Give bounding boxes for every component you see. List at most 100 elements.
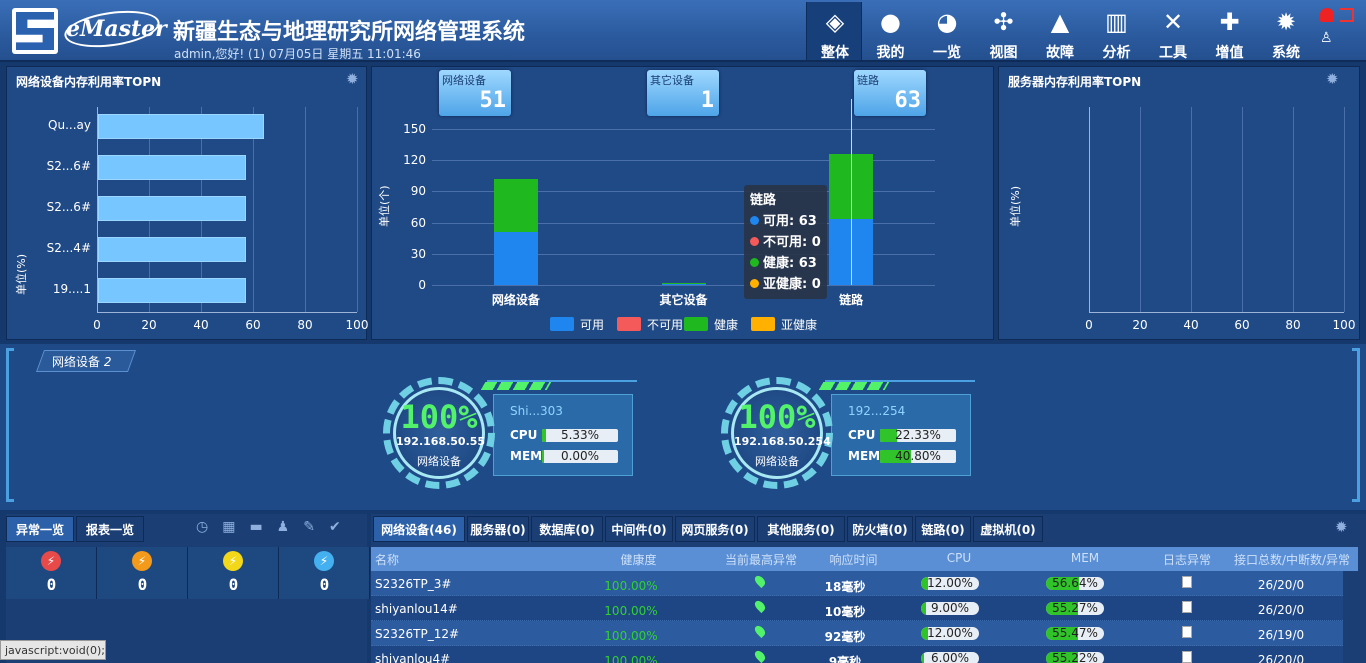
alert-count-card[interactable]: ⚡ 0 [279,547,370,599]
nav-layers[interactable]: ◈ 整体 [806,2,862,61]
bar-segment-可用[interactable] [493,231,538,285]
column-header[interactable]: CPU [896,551,1022,565]
bar[interactable] [98,236,247,262]
counter-card[interactable]: 其它设备 1 [647,70,719,116]
counter-card[interactable]: 网络设备 51 [439,70,511,116]
bar[interactable] [98,154,247,180]
nav-plus[interactable]: ✚ 增值 [1202,2,1258,61]
x-tick-label: 20 [1132,318,1148,332]
settings-gear-icon[interactable]: ✹ [346,70,359,88]
alert-count-card[interactable]: ⚡ 0 [97,547,188,599]
legend-label[interactable]: 健康 [714,316,738,333]
x-tick-label: 网络设备 [491,293,540,307]
log-document-icon[interactable] [1182,651,1192,663]
device-name-link[interactable]: S2326TP_12# [375,627,560,641]
mem-value: 55.47% [1052,627,1098,640]
device-name-link[interactable]: shiyanlou4# [375,652,560,663]
response-time: 18毫秒 [824,580,866,594]
empty-bar-chart-plot: 0 20 40 60 80 100 [1085,107,1355,332]
table-tab-0[interactable]: 网络设备(46) [373,516,465,542]
legend-swatch[interactable] [751,317,775,331]
bar[interactable] [98,277,247,303]
device-name[interactable]: 192...254 [848,404,905,418]
y-tick-label: S2...4# [46,241,91,256]
x-tick-label: 60 [1234,318,1250,332]
log-document-icon[interactable] [1182,626,1192,638]
response-time: 10毫秒 [824,605,866,619]
profile-icon[interactable]: ♙ [1320,30,1334,46]
column-header[interactable]: 响应时间 [811,551,896,568]
legend-swatch[interactable] [617,317,641,331]
x-tick-label: 100 [345,318,369,332]
log-document-icon[interactable] [1182,601,1192,613]
bar[interactable] [98,195,247,221]
x-tick-label: 40 [193,318,209,332]
nav-gear[interactable]: ✹ 系统 [1258,2,1314,61]
logout-icon[interactable] [1340,8,1354,22]
nav-warning[interactable]: ▲ 故障 [1032,2,1088,61]
cpu-value: 5.33% [560,429,600,442]
lightning-icon: ⚡ [314,551,334,571]
legend-label[interactable]: 不可用 [647,316,683,333]
tooltip-value: 健康: 63 [763,256,817,271]
tooltip-value: 不可用: 0 [763,235,821,250]
nav-chart[interactable]: ▥ 分析 [1089,2,1145,61]
y-axis-label: 单位(个) [378,185,391,227]
table-tab-7[interactable]: 链路(0) [915,516,971,542]
column-header[interactable]: MEM [1022,551,1148,565]
cpu-progress: 5.33% [542,429,618,442]
legend-label[interactable]: 可用 [580,316,604,333]
nav-tools[interactable]: ✕ 工具 [1145,2,1201,61]
alert-tab-0[interactable]: 异常一览 [6,516,74,542]
device-card[interactable]: Shi...303 CPU 5.33% MEM 0.00% 100% 192.168.50.… [383,374,643,504]
dashboard-icon: ◕ [936,8,958,36]
counter-label: 网络设备 [442,74,486,87]
bar-segment-健康[interactable] [661,282,706,284]
gear-icon: ✹ [1275,8,1297,36]
legend-swatch[interactable] [550,317,574,331]
device-card[interactable]: 192...254 CPU 22.33% MEM 40.80% 100% 192.168.5… [721,374,981,504]
device-name[interactable]: Shi...303 [510,404,563,418]
column-header[interactable]: 接口总数/中断数/异常 [1226,551,1358,568]
settings-gear-icon[interactable]: ✹ [1335,518,1348,536]
log-document-icon[interactable] [1182,576,1192,588]
table-tab-3[interactable]: 中间件(0) [605,516,673,542]
network-devices-section: 网络设备 2 Shi...303 CPU 5.33% MEM 0.00% 100% 192.… [0,344,1366,510]
device-name-link[interactable]: S2326TP_3# [375,577,560,591]
column-header[interactable]: 当前最高异常 [711,551,811,568]
table-tab-5[interactable]: 其他服务(0) [757,516,845,542]
table-tab-2[interactable]: 数据库(0) [531,516,603,542]
column-header[interactable]: 名称 [371,551,566,568]
alarm-icon[interactable] [1320,8,1334,22]
settings-gear-icon[interactable]: ✹ [1326,70,1339,88]
mem-progress: 55.27% [1046,602,1104,615]
x-axis-line [97,312,357,313]
bar-segment-可用[interactable] [661,283,706,285]
column-header[interactable]: 日志异常 [1148,551,1226,568]
tooltip-value: 可用: 63 [763,214,817,229]
column-header[interactable]: 健康度 [566,551,711,568]
bar[interactable] [98,113,265,139]
table-tab-8[interactable]: 虚拟机(0) [973,516,1043,542]
health-value: 100.00% [604,604,658,618]
table-tab-1[interactable]: 服务器(0) [467,516,529,542]
nav-label: 视图 [989,45,1018,61]
legend-label[interactable]: 亚健康 [781,316,817,333]
nav-topology[interactable]: ✣ 视图 [976,2,1032,61]
nav-dashboard[interactable]: ◕ 一览 [919,2,975,61]
device-name-link[interactable]: shiyanlou14# [375,602,560,616]
table-tab-6[interactable]: 防火墙(0) [847,516,913,542]
alert-tab-1[interactable]: 报表一览 [76,516,144,542]
counter-value: 1 [700,88,714,113]
table-tab-4[interactable]: 网页服务(0) [675,516,755,542]
nav-user[interactable]: ● 我的 [863,2,919,61]
bar-segment-健康[interactable] [493,178,538,232]
legend-swatch[interactable] [684,317,708,331]
counter-card[interactable]: 链路 63 [854,70,926,116]
y-tick-label: S2...6# [46,200,91,215]
alert-count-card[interactable]: ⚡ 0 [6,547,97,599]
alert-toolbar-icons[interactable]: ◷▦▬♟✎✔ [196,519,355,535]
mem-progress: 40.80% [880,450,956,463]
alert-count-card[interactable]: ⚡ 0 [188,547,279,599]
mem-progress: 55.47% [1046,627,1104,640]
